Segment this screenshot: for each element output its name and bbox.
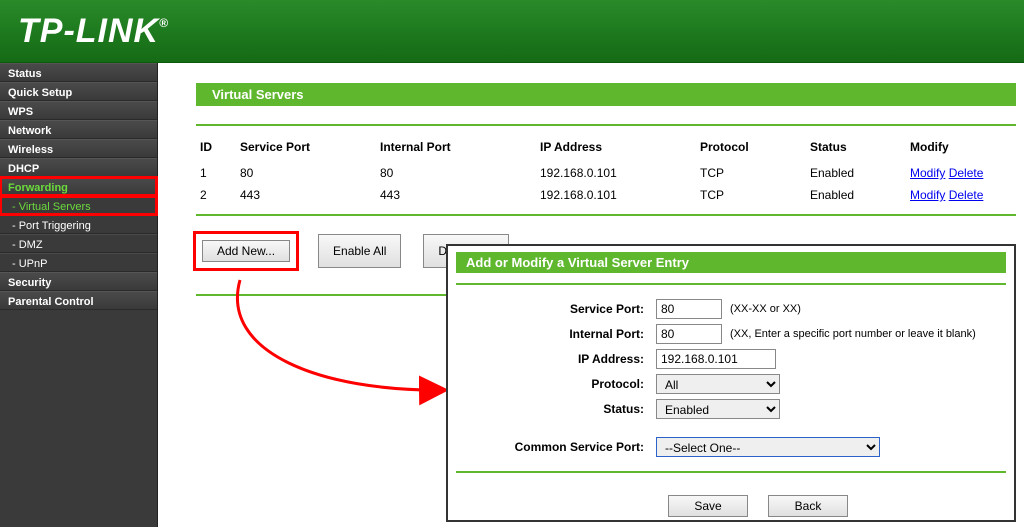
hint-service-port: (XX-XX or XX)	[730, 303, 801, 315]
label-ip: IP Address:	[456, 352, 656, 366]
sidebar-item-upnp[interactable]: - UPnP	[0, 253, 157, 272]
page-title: Virtual Servers	[196, 83, 1016, 106]
cell-protocol: TCP	[696, 162, 806, 184]
virtual-servers-table: ID Service Port Internal Port IP Address…	[196, 136, 1016, 206]
sidebar-item-wireless[interactable]: Wireless	[0, 139, 157, 158]
divider	[456, 471, 1006, 473]
modify-link[interactable]: Modify	[910, 166, 945, 180]
cell-status: Enabled	[806, 184, 906, 206]
col-ip: IP Address	[536, 136, 696, 162]
cell-service-port: 443	[236, 184, 376, 206]
cell-service-port: 80	[236, 162, 376, 184]
status-select[interactable]: Enabled	[656, 399, 780, 419]
cell-modify: Modify Delete	[906, 184, 1016, 206]
col-internal-port: Internal Port	[376, 136, 536, 162]
sidebar: Status Quick Setup WPS Network Wireless …	[0, 63, 158, 527]
logo: TP-LINK®	[18, 12, 169, 51]
delete-link[interactable]: Delete	[949, 188, 984, 202]
cell-id: 2	[196, 184, 236, 206]
label-internal-port: Internal Port:	[456, 327, 656, 341]
divider	[196, 214, 1016, 216]
col-status: Status	[806, 136, 906, 162]
sidebar-item-network[interactable]: Network	[0, 120, 157, 139]
add-new-button[interactable]: Add New...	[202, 240, 290, 262]
enable-all-button[interactable]: Enable All	[318, 234, 401, 268]
col-id: ID	[196, 136, 236, 162]
dialog-title: Add or Modify a Virtual Server Entry	[456, 252, 1006, 273]
cell-ip: 192.168.0.101	[536, 162, 696, 184]
col-service-port: Service Port	[236, 136, 376, 162]
ip-input[interactable]	[656, 349, 776, 369]
save-button[interactable]: Save	[668, 495, 748, 517]
sidebar-item-virtual-servers[interactable]: - Virtual Servers	[0, 196, 157, 215]
sidebar-item-forwarding[interactable]: Forwarding	[0, 177, 157, 196]
cell-status: Enabled	[806, 162, 906, 184]
label-common-port: Common Service Port:	[456, 440, 656, 454]
cell-internal-port: 80	[376, 162, 536, 184]
col-modify: Modify	[906, 136, 1016, 162]
sidebar-item-status[interactable]: Status	[0, 63, 157, 82]
sidebar-item-wps[interactable]: WPS	[0, 101, 157, 120]
header: TP-LINK®	[0, 0, 1024, 63]
table-row: 2 443 443 192.168.0.101 TCP Enabled Modi…	[196, 184, 1016, 206]
label-status: Status:	[456, 402, 656, 416]
label-service-port: Service Port:	[456, 302, 656, 316]
service-port-input[interactable]	[656, 299, 722, 319]
divider	[196, 124, 1016, 126]
cell-ip: 192.168.0.101	[536, 184, 696, 206]
sidebar-item-security[interactable]: Security	[0, 272, 157, 291]
col-protocol: Protocol	[696, 136, 806, 162]
hint-internal-port: (XX, Enter a specific port number or lea…	[730, 328, 976, 340]
sidebar-item-dmz[interactable]: - DMZ	[0, 234, 157, 253]
label-protocol: Protocol:	[456, 377, 656, 391]
back-button[interactable]: Back	[768, 495, 848, 517]
modify-link[interactable]: Modify	[910, 188, 945, 202]
sidebar-item-dhcp[interactable]: DHCP	[0, 158, 157, 177]
common-port-select[interactable]: --Select One--	[656, 437, 880, 457]
divider	[456, 283, 1006, 285]
sidebar-item-parental-control[interactable]: Parental Control	[0, 291, 157, 310]
sidebar-item-quick-setup[interactable]: Quick Setup	[0, 82, 157, 101]
cell-id: 1	[196, 162, 236, 184]
internal-port-input[interactable]	[656, 324, 722, 344]
cell-protocol: TCP	[696, 184, 806, 206]
cell-internal-port: 443	[376, 184, 536, 206]
sidebar-item-port-triggering[interactable]: - Port Triggering	[0, 215, 157, 234]
delete-link[interactable]: Delete	[949, 166, 984, 180]
cell-modify: Modify Delete	[906, 162, 1016, 184]
table-row: 1 80 80 192.168.0.101 TCP Enabled Modify…	[196, 162, 1016, 184]
add-modify-dialog: Add or Modify a Virtual Server Entry Ser…	[446, 244, 1016, 522]
dialog-button-row: Save Back	[456, 495, 1006, 517]
add-new-highlight: Add New...	[196, 234, 296, 268]
protocol-select[interactable]: All	[656, 374, 780, 394]
